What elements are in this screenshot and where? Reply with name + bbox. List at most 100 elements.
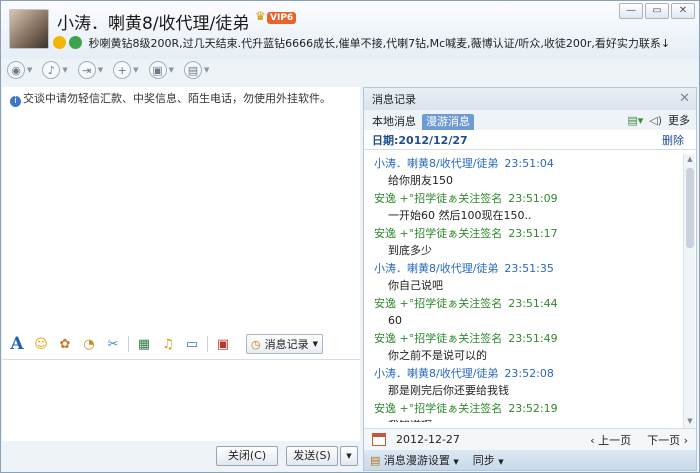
history-message: 小涛．喇黄8/收代理/徒弟 23:51:04 给你朋友150 — [374, 156, 684, 189]
delete-link[interactable]: 删除 — [662, 132, 684, 148]
emoji-icon[interactable]: ☺ — [32, 335, 50, 353]
minimize-button[interactable]: — — [619, 3, 643, 19]
screen-share-icon: ▣ — [148, 61, 167, 79]
chevron-down-icon: ▼ — [498, 458, 504, 466]
message-header: 安逸 +°招学徒ぁ关注签名 23:51:44 — [374, 296, 684, 312]
message-time: 23:51:17 — [508, 227, 558, 240]
send-bar: 关闭(C) 发送(S) ▼ — [2, 441, 360, 471]
info-icon: i — [10, 96, 21, 107]
message-sender[interactable]: 小涛．喇黄8/收代理/徒弟 — [374, 367, 498, 380]
message-history-list: 小涛．喇黄8/收代理/徒弟 23:51:04 给你朋友150 安逸 +°招学徒ぁ关注签… — [364, 154, 684, 422]
message-time: 23:51:49 — [508, 332, 558, 345]
message-input[interactable] — [2, 359, 360, 441]
message-time: 23:51:44 — [508, 297, 558, 310]
message-sender[interactable]: 安逸 +°招学徒ぁ关注签名 — [374, 332, 502, 345]
message-text: 到底多少 — [388, 244, 432, 257]
message-header: 安逸 +°招学徒ぁ关注签名 23:51:49 — [374, 331, 684, 347]
tab-local-messages[interactable]: 本地消息 — [368, 114, 420, 130]
message-time: 23:51:09 — [508, 192, 558, 205]
history-scrollbar[interactable]: ▲ ▼ — [683, 154, 695, 428]
next-page-link[interactable]: 下一页 › — [647, 432, 688, 448]
prev-page-link[interactable]: ‹ 上一页 — [590, 432, 631, 448]
file-transfer-button[interactable]: ⇥ ▼ — [77, 61, 104, 79]
history-date-bar: 日期:2012/12/27 删除 — [364, 130, 696, 150]
roam-settings-label: 消息漫游设置 — [383, 454, 450, 467]
music-icon[interactable]: ♫ — [159, 335, 177, 353]
message-sender[interactable]: 安逸 +°招学徒ぁ关注签名 — [374, 227, 502, 240]
chevron-down-icon: ▼ — [27, 66, 33, 74]
close-window-button[interactable]: ✕ — [671, 3, 695, 19]
remote-icon[interactable]: ▭ — [183, 335, 201, 353]
history-message: 安逸 +°招学徒ぁ关注签名 23:51:09 一开始60 然后100现在150.. — [374, 191, 684, 224]
magic-emoji-icon[interactable]: ✿ — [56, 335, 74, 353]
signature-row: 秒喇黄钻8级200R,过几天结束.代升蓝钻6666成长,催单不接,代喇7钻,Mc… — [53, 35, 697, 51]
message-header: 小涛．喇黄8/收代理/徒弟 23:51:35 — [374, 261, 684, 277]
maximize-button[interactable]: ▭ — [645, 3, 669, 19]
title-bar: 小涛．喇黄8/收代理/徒弟 ♛ VIP6 — ▭ ✕ 秒喇黄钻8级200R,过几… — [1, 1, 699, 59]
voice-call-button[interactable]: ♪ ▼ — [42, 61, 68, 79]
settings-icon: ▤ — [370, 454, 381, 467]
message-sender[interactable]: 安逸 +°招学徒ぁ关注签名 — [374, 402, 502, 415]
message-sender[interactable]: 安逸 +°招学徒ぁ关注签名 — [374, 297, 502, 310]
screenshot-icon[interactable]: ✂ — [104, 335, 122, 353]
pager-date[interactable]: 2012-12-27 — [396, 433, 460, 446]
history-settings-bar: ▤ 消息漫游设置 ▼ 同步 ▼ — [364, 450, 696, 470]
contact-nickname: 小涛．喇黄8/收代理/徒弟 — [57, 14, 250, 34]
voice-call-icon: ♪ — [42, 61, 61, 79]
divider — [128, 336, 129, 352]
window-controls: — ▭ ✕ — [619, 3, 695, 19]
chevron-down-icon: ▼ — [312, 340, 318, 348]
message-header: 安逸 +°招学徒ぁ关注签名 23:51:17 — [374, 226, 684, 242]
chevron-down-icon: ▼ — [133, 66, 139, 74]
format-toolbar: A ☺ ✿ ◔ ✂ ▦ ♫ ▭ ▣ ◷ 消息记录 ▼ — [8, 333, 360, 355]
top-toolbar: ◉ ▼ ♪ ▼ ⇥ ▼ + ▼ ▣ ▼ ▤ ▼ — [7, 59, 209, 81]
history-pager: 2012-12-27 ‹ 上一页 下一页 › — [364, 428, 696, 450]
scroll-down-icon[interactable]: ▼ — [685, 417, 695, 427]
message-time: 23:51:35 — [504, 262, 554, 275]
calendar-icon[interactable] — [372, 433, 386, 446]
speaker-icon[interactable]: ◁) — [649, 114, 662, 127]
export-icon[interactable]: ▤▾ — [627, 114, 643, 127]
history-message: 安逸 +°招学徒ぁ关注签名 23:51:49 你之前不是说可以的 — [374, 331, 684, 364]
chevron-down-icon: ▼ — [62, 66, 68, 74]
crown-icon: ♛ — [255, 9, 266, 23]
add-friend-icon: + — [113, 61, 132, 79]
nudge-icon[interactable]: ◔ — [80, 335, 98, 353]
scroll-thumb[interactable] — [686, 168, 694, 248]
message-sender[interactable]: 小涛．喇黄8/收代理/徒弟 — [374, 262, 498, 275]
message-sender[interactable]: 安逸 +°招学徒ぁ关注签名 — [374, 192, 502, 205]
more-link[interactable]: 更多 — [668, 112, 690, 128]
gift-icon[interactable]: ▣ — [214, 335, 232, 353]
qzone-icon[interactable] — [69, 36, 82, 49]
tab-roaming-messages[interactable]: 漫游消息 — [422, 114, 474, 130]
send-options-button[interactable]: ▼ — [340, 446, 358, 466]
video-call-button[interactable]: ◉ ▼ — [7, 61, 32, 79]
sync-button[interactable]: 同步 ▼ — [473, 452, 504, 468]
file-transfer-icon: ⇥ — [77, 61, 96, 79]
message-text: 你自己说吧 — [388, 279, 443, 292]
font-icon[interactable]: A — [8, 334, 26, 354]
close-icon[interactable]: ✕ — [679, 91, 690, 106]
chevron-down-icon: ▼ — [97, 66, 104, 74]
message-header: 小涛．喇黄8/收代理/徒弟 23:52:08 — [374, 366, 684, 382]
send-button[interactable]: 发送(S) — [286, 446, 338, 466]
message-text: 你之前不是说可以的 — [388, 349, 487, 362]
image-icon[interactable]: ▦ — [135, 335, 153, 353]
screen-share-button[interactable]: ▣ ▼ — [148, 61, 174, 79]
roam-settings-button[interactable]: ▤ 消息漫游设置 ▼ — [370, 452, 459, 468]
chevron-down-icon: ▼ — [203, 66, 210, 74]
history-tools: ▤▾ ◁) 更多 — [627, 112, 690, 128]
message-text: 那是刚完后你还要给我钱 — [388, 384, 509, 397]
message-sender[interactable]: 小涛．喇黄8/收代理/徒弟 — [374, 157, 498, 170]
close-button[interactable]: 关闭(C) — [216, 446, 278, 466]
add-friend-button[interactable]: + ▼ — [113, 61, 139, 79]
avatar[interactable] — [9, 9, 49, 49]
app-button[interactable]: ▤ ▼ — [183, 61, 210, 79]
scroll-up-icon[interactable]: ▲ — [685, 155, 695, 165]
message-record-button[interactable]: ◷ 消息记录 ▼ — [246, 334, 323, 354]
clock-icon: ◷ — [251, 337, 261, 351]
chevron-down-icon: ▼ — [168, 66, 174, 74]
sync-label: 同步 — [472, 454, 495, 467]
contact-signature: 秒喇黄钻8级200R,过几天结束.代升蓝钻6666成长,催单不接,代喇7钻,Mc… — [88, 37, 671, 50]
chat-window: 小涛．喇黄8/收代理/徒弟 ♛ VIP6 — ▭ ✕ 秒喇黄钻8级200R,过几… — [0, 0, 700, 473]
